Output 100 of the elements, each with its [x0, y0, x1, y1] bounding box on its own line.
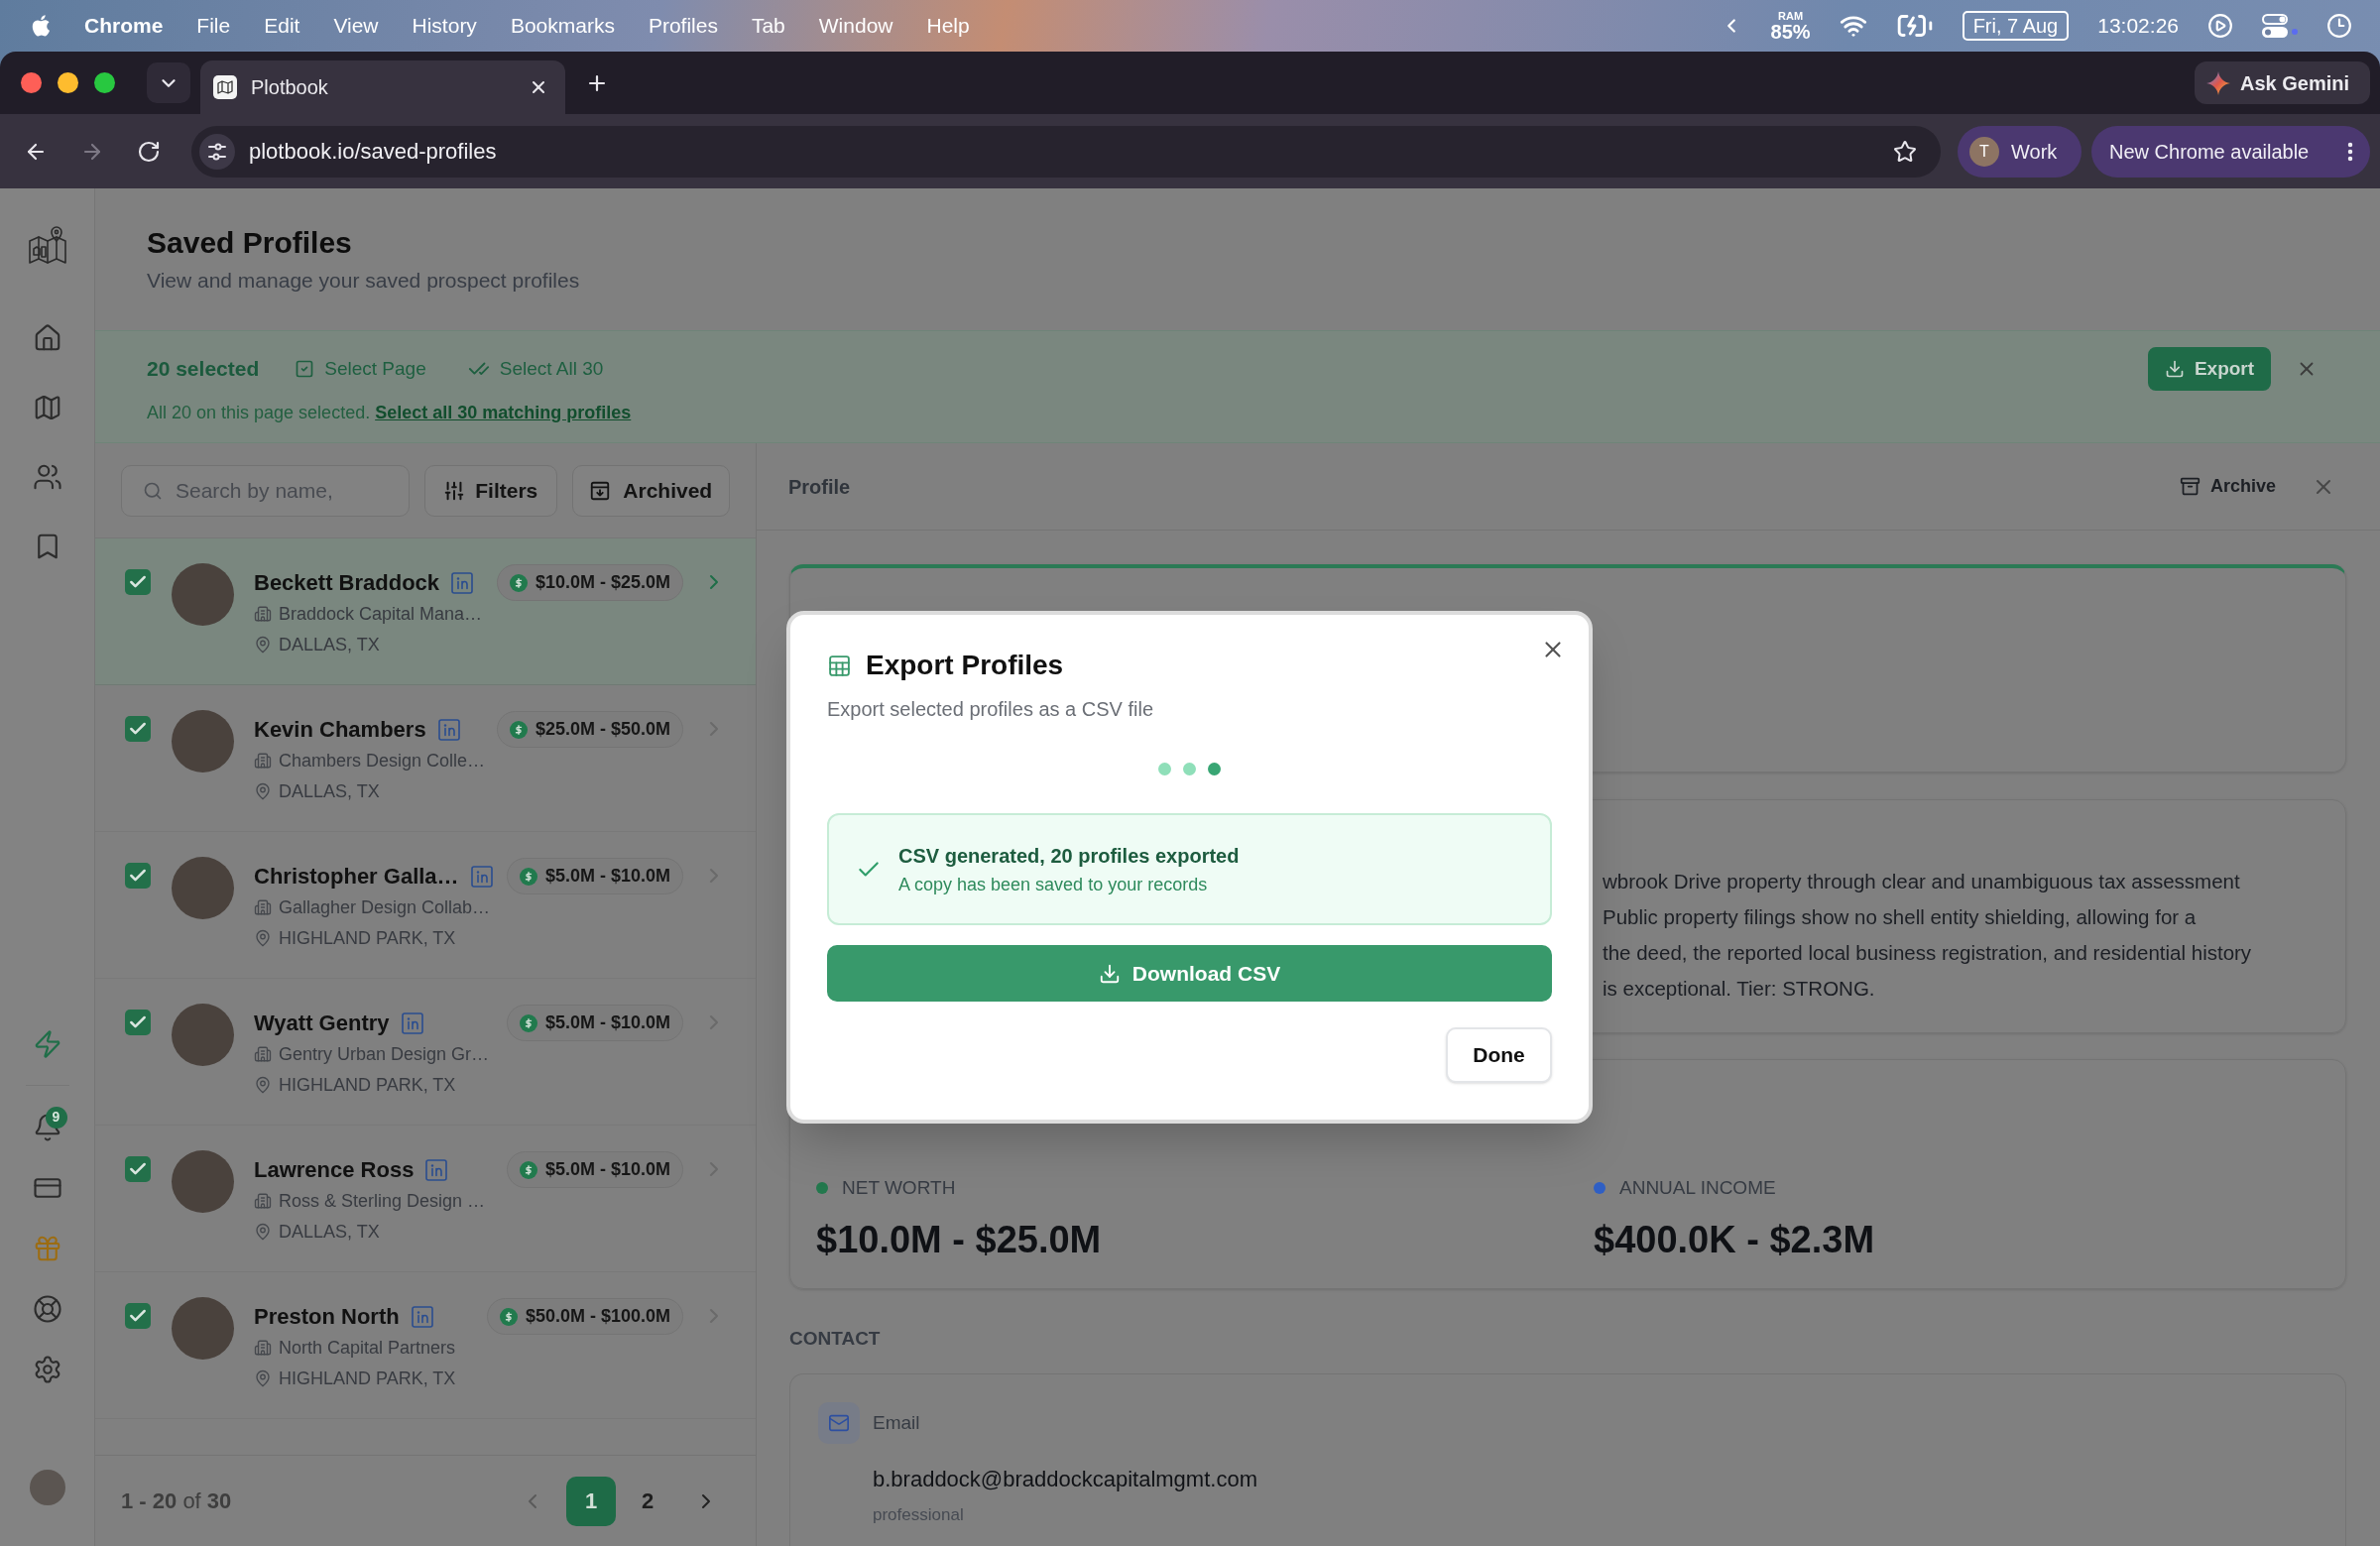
download-icon [2164, 359, 2185, 379]
users-icon[interactable] [32, 462, 62, 492]
done-button[interactable]: Done [1446, 1027, 1552, 1083]
location-text: DALLAS, TX [279, 779, 380, 803]
profile-name: Lawrence Ross [254, 1156, 415, 1184]
menu-item[interactable]: View [333, 10, 379, 42]
menu-app-name[interactable]: Chrome [84, 10, 164, 42]
checkbox-square-icon [295, 359, 315, 379]
profile-row[interactable]: Preston North $50.0M - $100.0M North Capital Partners HIGHLAND PARK, TX [95, 1272, 756, 1419]
dollar-icon [519, 867, 537, 886]
sparkle-icon [2206, 70, 2230, 95]
menu-item[interactable]: Edit [264, 10, 300, 42]
table-icon [827, 653, 852, 678]
bookmark-star-icon[interactable] [1893, 139, 1917, 164]
play-circle-icon[interactable] [2207, 13, 2233, 39]
page-subtitle: View and manage your saved prospect profiles [147, 268, 580, 294]
net-worth-range: $5.0M - $10.0M [544, 1158, 670, 1181]
success-detail: A copy has been saved to your records [898, 874, 1209, 896]
menu-item[interactable]: History [412, 10, 477, 42]
location-pin-icon [254, 1369, 272, 1387]
search-field[interactable]: Search by name, [121, 464, 410, 517]
mail-icon [818, 1402, 860, 1444]
company-name: Gallagher Design Collab… [279, 895, 491, 919]
linkedin-icon[interactable] [451, 571, 474, 594]
menu-item[interactable]: Window [818, 10, 893, 42]
download-csv-button[interactable]: Download CSV [827, 945, 1552, 1002]
menu-item[interactable]: Tab [751, 10, 785, 42]
linkedin-icon[interactable] [425, 1158, 448, 1181]
apple-logo-icon[interactable] [32, 14, 51, 38]
archived-button[interactable]: Archived [571, 464, 730, 517]
notification-count: 9 [45, 1106, 67, 1129]
archive-button[interactable]: Archive [2179, 473, 2276, 500]
page-range: 1 - 20 of 30 [121, 1487, 232, 1515]
success-title: CSV generated, 20 profiles exported [898, 844, 1240, 869]
linkedin-icon[interactable] [437, 718, 460, 741]
menu-clock[interactable]: 13:02:26 [2097, 10, 2179, 42]
linkedin-icon[interactable] [470, 865, 493, 888]
selection-message: All 20 on this page selected. Select all 30 matching profiles [147, 402, 632, 424]
menu-item[interactable]: Profiles [648, 10, 718, 42]
user-avatar[interactable] [29, 1470, 65, 1505]
address-bar[interactable]: plotbook.io/saved-profiles [191, 125, 1941, 178]
menu-item[interactable]: Bookmarks [510, 10, 615, 42]
metric-label: ANNUAL INCOME [1619, 1175, 1776, 1200]
net-worth-range: $5.0M - $10.0M [544, 1011, 670, 1034]
window-minimize-button[interactable] [58, 72, 78, 93]
location-pin-icon [254, 782, 272, 800]
help-lifebuoy-icon[interactable] [32, 1293, 62, 1324]
reload-icon[interactable] [137, 139, 161, 164]
window-close-button[interactable] [21, 72, 42, 93]
update-chrome-button[interactable]: New Chrome available [2091, 125, 2370, 178]
folded-map-logo-icon[interactable] [27, 225, 67, 265]
net-worth-range: $25.0M - $50.0M [535, 718, 670, 741]
row-checkbox[interactable] [125, 1156, 151, 1182]
clock-icon[interactable] [2326, 13, 2352, 39]
tab-search-button[interactable] [147, 62, 190, 103]
ram-label: RAM [1778, 10, 1804, 22]
select-all-matching-link[interactable]: Select all 30 matching profiles [375, 403, 632, 422]
row-checkbox[interactable] [125, 716, 151, 742]
summary-text: the deed, the reported local business registration, and residential history [1603, 940, 2252, 966]
browser-tab[interactable]: Plotbook [200, 60, 565, 114]
profile-row[interactable]: Christopher Galla… $5.0M - $10.0M Gallagher Design Collab… HIGHLAND PARK, TX [95, 832, 756, 979]
profile-avatar: T [1969, 136, 1999, 167]
row-checkbox[interactable] [125, 1010, 151, 1035]
profile-row[interactable]: Kevin Chambers $25.0M - $50.0M Chambers Design Colle… DALLAS, TX [95, 685, 756, 832]
email-type: professional [873, 1504, 964, 1526]
row-checkbox[interactable] [125, 569, 151, 595]
filters-button[interactable]: Filters [424, 464, 557, 517]
building-icon [254, 1045, 272, 1063]
control-center-icon[interactable] [2262, 14, 2298, 38]
ram-value: 85% [1770, 21, 1811, 42]
page-number[interactable]: 2 [623, 1476, 672, 1526]
company-name: Braddock Capital Mana… [279, 602, 483, 626]
menu-date[interactable]: Fri, 7 Aug [1962, 11, 2070, 41]
profile-chip[interactable]: T Work [1958, 125, 2082, 178]
row-checkbox[interactable] [125, 1303, 151, 1329]
dollar-icon [519, 1160, 537, 1179]
metric-label: NET WORTH [842, 1175, 956, 1200]
profile-row[interactable]: Lawrence Ross $5.0M - $10.0M Ross & Sterling Design … DALLAS, TX [95, 1126, 756, 1272]
profile-name: Kevin Chambers [254, 716, 426, 744]
profile-row[interactable]: Beckett Braddock $10.0M - $25.0M Braddock Capital Mana… DALLAS, TX [95, 538, 756, 685]
menu-item[interactable]: File [196, 10, 231, 42]
page-number[interactable]: 1 [566, 1476, 616, 1526]
linkedin-icon[interactable] [411, 1305, 433, 1328]
menu-item[interactable]: Help [926, 10, 970, 42]
site-settings-icon[interactable] [199, 133, 235, 170]
export-button[interactable]: Export [2148, 347, 2271, 391]
building-icon [254, 1339, 272, 1357]
ask-gemini-button[interactable]: Ask Gemini [2195, 61, 2370, 104]
archive-icon [2179, 476, 2201, 497]
company-name: Ross & Sterling Design … [279, 1189, 486, 1213]
company-name: Gentry Urban Design Gr… [279, 1042, 490, 1066]
building-icon [254, 752, 272, 770]
row-checkbox[interactable] [125, 863, 151, 889]
linkedin-icon[interactable] [401, 1011, 423, 1034]
window-zoom-button[interactable] [94, 72, 115, 93]
dollar-icon [519, 1013, 537, 1032]
profile-row[interactable]: Wyatt Gentry $5.0M - $10.0M Gentry Urban Design Gr… HIGHLAND PARK, TX [95, 979, 756, 1126]
page-title: Saved Profiles [147, 225, 352, 261]
summary-text: wbrook Drive property through clear and unambiguous tax assessment [1603, 869, 2240, 894]
dialog-subtitle: Export selected profiles as a CSV file [827, 697, 1154, 722]
